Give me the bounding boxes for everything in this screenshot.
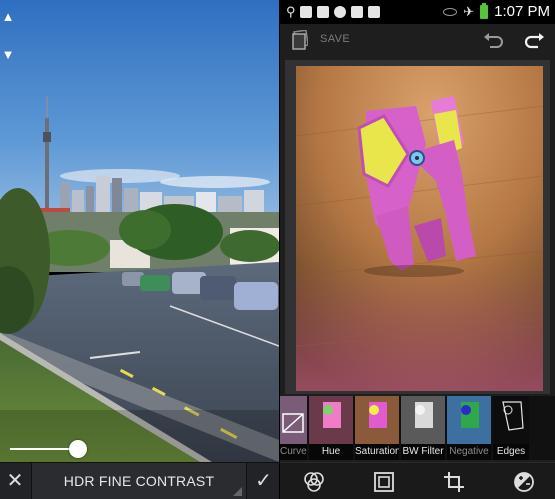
curves-thumbnail xyxy=(280,396,307,444)
play-store-icon xyxy=(368,6,380,18)
elephant-photo xyxy=(296,66,543,391)
filter-negative[interactable]: Negative xyxy=(447,396,491,460)
filter-name-dropdown[interactable]: HDR FINE CONTRAST xyxy=(31,463,247,499)
redo-icon[interactable] xyxy=(524,30,546,50)
effects-icon[interactable] xyxy=(302,470,326,494)
system-icons: ✈ 1:07 PM xyxy=(443,2,550,22)
filter-label: Hue xyxy=(309,444,353,460)
filter-edges[interactable]: Edges xyxy=(493,396,529,460)
arrow-up-icon[interactable]: ▲ xyxy=(1,10,15,24)
bw-thumbnail xyxy=(401,396,445,444)
saturation-thumbnail xyxy=(355,396,399,444)
photo-editor-screen: ⚲ ✈ 1:07 PM SAVE Curve Hue Saturation BW… xyxy=(279,0,555,499)
edges-thumbnail xyxy=(493,396,529,444)
city-street-photo xyxy=(0,0,279,462)
gmail-icon xyxy=(317,6,329,18)
status-bar: ⚲ ✈ 1:07 PM xyxy=(280,0,555,24)
negative-thumbnail xyxy=(447,396,491,444)
filter-label: Saturation xyxy=(355,444,399,460)
hue-thumbnail xyxy=(309,396,353,444)
hdr-toolbar: ✕ HDR FINE CONTRAST ✓ xyxy=(0,462,279,499)
slider-track[interactable] xyxy=(10,448,78,450)
close-icon[interactable]: ✕ xyxy=(0,463,30,499)
arrow-down-icon[interactable]: ▼ xyxy=(1,48,15,62)
strength-slider[interactable] xyxy=(10,438,106,460)
editor-top-bar: SAVE xyxy=(280,24,555,58)
filter-saturation[interactable]: Saturation xyxy=(355,396,399,460)
eye-icon xyxy=(443,8,458,16)
check-icon[interactable]: ✓ xyxy=(248,463,279,499)
airplane-icon: ✈ xyxy=(463,4,475,19)
screenshot-stage: ▲ ▼ ✕ HDR FINE CONTRAST ✓ ⚲ ✈ 1:07 PM SA… xyxy=(0,0,555,499)
filter-hue[interactable]: Hue xyxy=(309,396,353,460)
filter-label: Edges xyxy=(493,444,529,460)
filter-bw[interactable]: BW Filter xyxy=(401,396,445,460)
slider-thumb[interactable] xyxy=(69,440,87,458)
image-icon xyxy=(300,6,312,18)
save-button[interactable]: SAVE xyxy=(320,24,350,58)
frame-icon[interactable] xyxy=(372,470,396,494)
battery-icon xyxy=(480,3,489,19)
filter-label: Curves xyxy=(280,444,307,460)
clock: 1:07 PM xyxy=(494,3,550,20)
filter-label: Negative xyxy=(447,444,491,460)
hdr-editor-screen: ▲ ▼ ✕ HDR FINE CONTRAST ✓ xyxy=(0,0,279,499)
filter-curves[interactable]: Curves xyxy=(280,396,307,460)
usb-icon: ⚲ xyxy=(286,4,296,19)
filter-label: BW Filter xyxy=(401,444,445,460)
filter-strip: Curves Hue Saturation xyxy=(280,396,555,460)
adjust-icon[interactable] xyxy=(512,470,536,494)
dropdown-corner-icon xyxy=(233,487,242,496)
edit-canvas[interactable] xyxy=(285,60,550,394)
crop-icon[interactable] xyxy=(442,470,466,494)
notification-icons: ⚲ xyxy=(286,4,380,20)
check-box-icon xyxy=(351,6,363,18)
undo-icon[interactable] xyxy=(482,30,504,50)
app-logo-icon[interactable] xyxy=(292,30,308,50)
cloud-upload-icon xyxy=(334,6,346,18)
editor-bottom-nav xyxy=(280,462,555,499)
filter-name-label: HDR FINE CONTRAST xyxy=(63,473,215,489)
